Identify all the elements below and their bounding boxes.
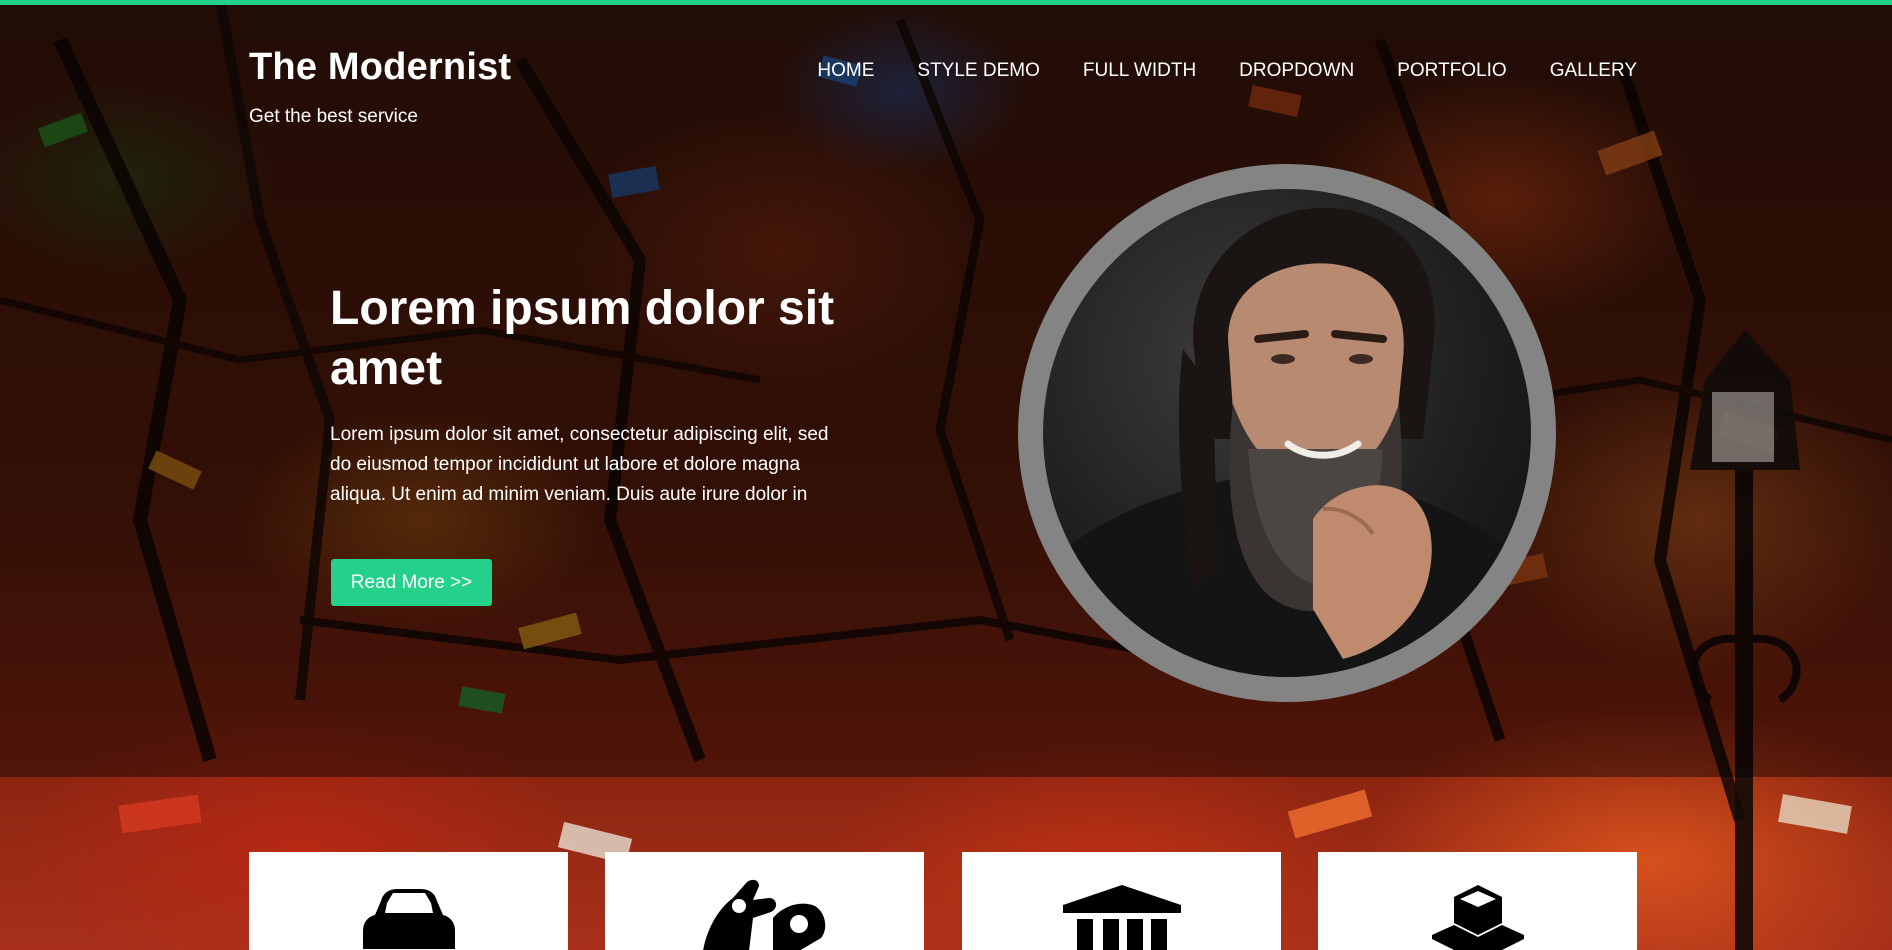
nav-dropdown[interactable]: DROPDOWN xyxy=(1239,60,1354,86)
hero-text: Lorem ipsum dolor sit amet, consectetur … xyxy=(330,424,829,505)
nav-home[interactable]: HOME xyxy=(817,60,874,86)
main-nav: HOME STYLE DEMO FULL WIDTH DROPDOWN PORT… xyxy=(817,60,1637,86)
cubes-icon xyxy=(1431,885,1524,950)
nav-portfolio[interactable]: PORTFOLIO xyxy=(1397,60,1506,86)
car-icon xyxy=(362,889,455,949)
accent-top-bar xyxy=(0,0,1892,5)
bank-icon xyxy=(1062,885,1181,950)
site-title[interactable]: The Modernist xyxy=(249,46,511,89)
hand-ok-icon xyxy=(702,879,825,950)
feature-card-1[interactable] xyxy=(249,852,568,950)
hero-heading: Lorem ipsum dolor sit amet xyxy=(330,282,835,395)
site-tagline: Get the best service xyxy=(249,106,418,127)
portrait-image xyxy=(1043,189,1531,677)
feature-card-3[interactable] xyxy=(962,852,1281,950)
read-more-button[interactable]: Read More >> xyxy=(331,559,492,606)
feature-card-2[interactable] xyxy=(605,852,924,950)
nav-style-demo[interactable]: STYLE DEMO xyxy=(917,60,1039,86)
bearded-man-portrait-icon xyxy=(1043,207,1531,677)
nav-full-width[interactable]: FULL WIDTH xyxy=(1083,60,1196,86)
feature-card-4[interactable] xyxy=(1318,852,1637,950)
nav-gallery[interactable]: GALLERY xyxy=(1550,60,1637,86)
